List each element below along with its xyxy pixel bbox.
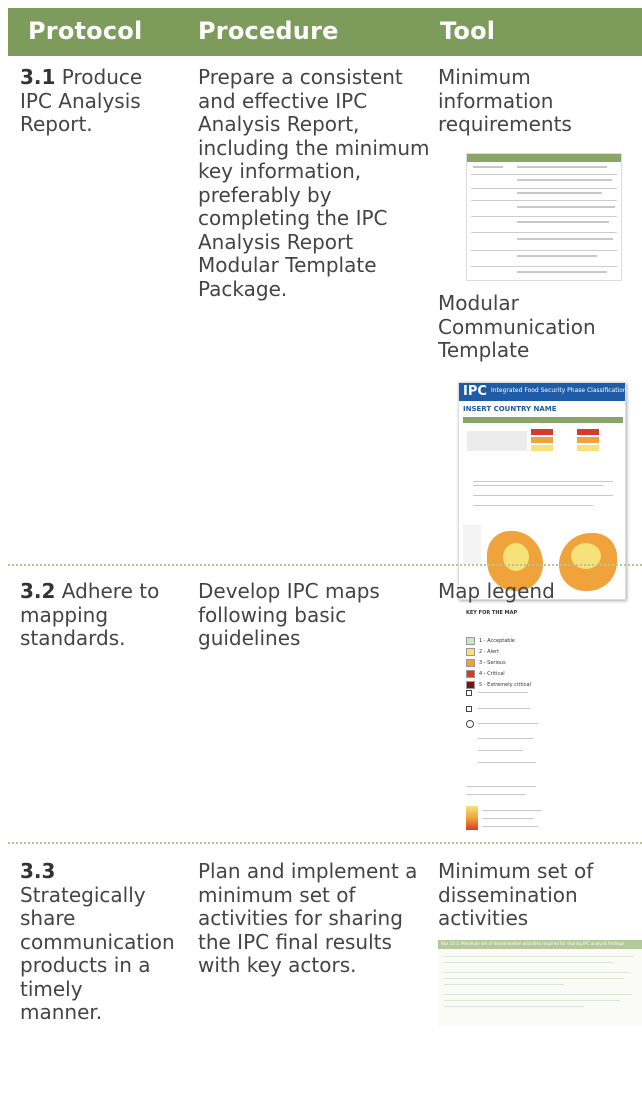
header-tool: Tool (440, 17, 496, 45)
legend-label: 5 - Extremely critical (479, 681, 531, 688)
table-header: Protocol Procedure Tool (8, 8, 642, 56)
legend-phase-item: 5 - Extremely critical (466, 674, 531, 693)
protocol-number: 3.1 (20, 65, 56, 89)
header-procedure: Procedure (198, 17, 339, 45)
procedure-cell: Prepare a consistent and effective IPC A… (198, 65, 430, 301)
legend-swatch (466, 680, 475, 689)
protocol-number: 3.2 (20, 579, 56, 603)
template-country: INSERT COUNTRY NAME (463, 405, 557, 413)
minimum-info-table-image (466, 153, 622, 281)
tool-title: Map legend (438, 579, 555, 603)
protocol-cell: 3.1 Produce IPC Analysis Report. (20, 65, 170, 137)
box-title: Box 13.1: Minimum set of dissemination a… (441, 941, 625, 946)
procedure-cell: Plan and implement a minimum set of acti… (198, 859, 418, 977)
protocol-cell: 3.2 Adhere to mapping standards. (20, 579, 170, 651)
protocol-cell: 3.3 Strategically share communication pr… (20, 859, 175, 1025)
template-banner: Integrated Food Security Phase Classific… (491, 387, 627, 394)
template-logo: IPC (463, 384, 487, 399)
protocol-text: Strategically share communication produc… (20, 882, 175, 1024)
dissemination-box-image: Box 13.1: Minimum set of dissemination a… (438, 940, 642, 1026)
row-separator (8, 842, 642, 844)
legend-title: KEY FOR THE MAP (466, 610, 518, 616)
tool-title: Minimum information requirements (438, 65, 572, 136)
procedure-cell: Develop IPC maps following basic guideli… (198, 579, 380, 650)
tool-title: Minimum set of dissemination activities (438, 859, 594, 930)
tool-title: Modular Communication Template (438, 291, 596, 362)
modular-template-image: IPC Integrated Food Security Phase Class… (458, 382, 627, 600)
map-legend-image: KEY FOR THE MAP 1 - Acceptable 2 - Alert 3… (464, 610, 558, 832)
row-separator (8, 564, 642, 566)
protocol-number: 3.3 (20, 859, 56, 883)
header-protocol: Protocol (28, 17, 143, 45)
